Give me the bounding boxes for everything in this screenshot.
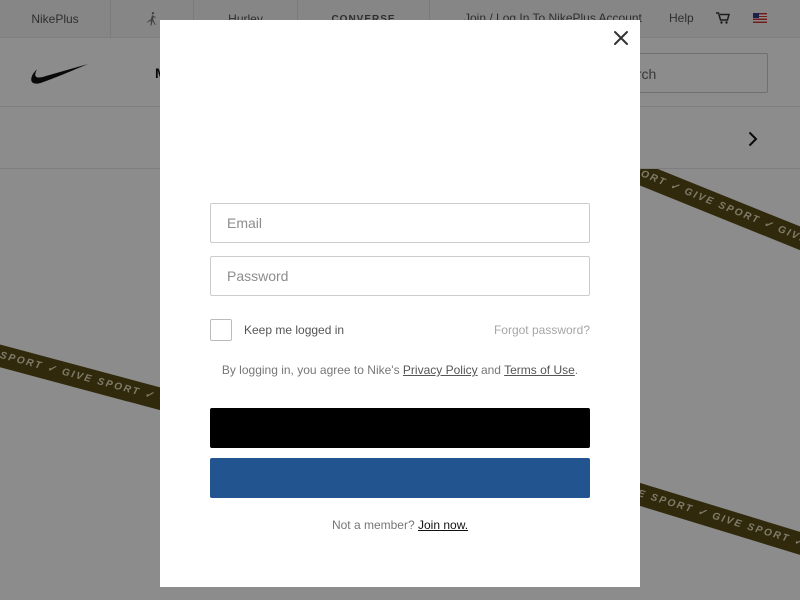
sign-in-button[interactable] [210,408,590,448]
forgot-password-link[interactable]: Forgot password? [494,323,590,337]
join-now-link[interactable]: Join now. [418,518,468,532]
login-modal: Keep me logged in Forgot password? By lo… [160,20,640,587]
terms-prefix: By logging in, you agree to Nike's [221,363,400,377]
facebook-login-button[interactable] [210,458,590,498]
email-field[interactable] [210,203,590,243]
close-icon[interactable] [612,29,630,47]
terms-of-use-link[interactable]: Terms of Use [504,363,575,377]
privacy-policy-link[interactable]: Privacy Policy [403,363,478,377]
terms-suffix: . [574,363,579,377]
terms-and: and [480,363,501,377]
keep-logged-in-label[interactable]: Keep me logged in [244,323,344,337]
keep-logged-in-checkbox[interactable] [210,319,232,341]
join-prompt: Not a member? Join now. [160,518,640,532]
password-field[interactable] [210,256,590,296]
terms-notice: By logging in, you agree to Nike's Priva… [160,363,640,377]
not-member-text: Not a member? [331,518,415,532]
